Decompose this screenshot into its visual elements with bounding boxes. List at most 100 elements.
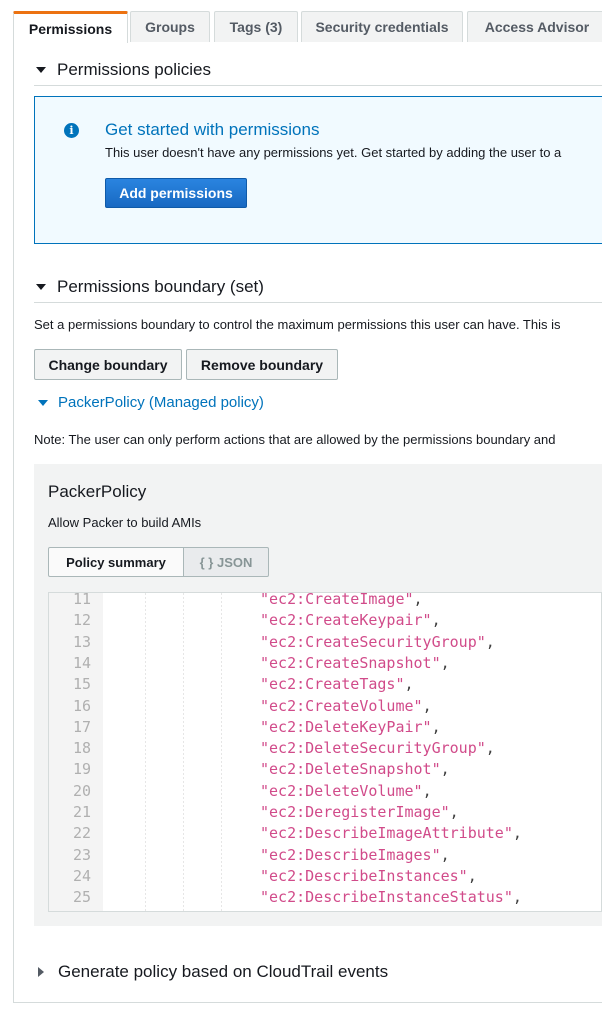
comma: , xyxy=(440,653,450,672)
line-number: 16 xyxy=(72,696,91,715)
info-title: Get started with permissions xyxy=(105,120,320,139)
code-string: "ec2:CreateKeypair", xyxy=(260,610,441,631)
action-string: "ec2:DeleteSecurityGroup" xyxy=(260,739,486,758)
action-string: "ec2:DeleteKeyPair" xyxy=(260,717,432,736)
add-permissions-button[interactable]: Add permissions xyxy=(105,178,247,208)
comma: , xyxy=(485,739,495,758)
action-string: "ec2:CreateVolume" xyxy=(260,696,423,715)
info-icon: i xyxy=(64,123,79,138)
comma: , xyxy=(485,632,495,651)
code-string: "ec2:CreateSecurityGroup", xyxy=(260,632,495,653)
line-number: 14 xyxy=(72,653,91,672)
code-string: "ec2:CreateVolume", xyxy=(260,696,432,717)
code-string: "ec2:CreateImage", xyxy=(260,592,423,610)
action-string: "ec2:DescribeImageAttribute" xyxy=(260,824,513,843)
policy-name: PackerPolicy xyxy=(48,482,147,501)
permissions-policies-header[interactable]: Permissions policies xyxy=(36,60,211,80)
section-title: Permissions policies xyxy=(57,60,211,79)
code-line: 19 "ec2:DeleteSnapshot", xyxy=(49,759,601,780)
comma: , xyxy=(422,696,432,715)
content-frame-border-bottom xyxy=(13,1002,602,1003)
action-string: "ec2:CreateSnapshot" xyxy=(260,653,441,672)
caret-down-icon xyxy=(38,399,48,406)
code-line: 25 "ec2:DescribeInstanceStatus", xyxy=(49,887,601,908)
comma: , xyxy=(512,824,522,843)
line-number: 18 xyxy=(72,739,91,758)
code-line: 20 "ec2:DeleteVolume", xyxy=(49,781,601,802)
code-string: "ec2:DeleteSecurityGroup", xyxy=(260,738,495,759)
code-line: 16 "ec2:CreateVolume", xyxy=(49,696,601,717)
code-line: 22 "ec2:DescribeImageAttribute", xyxy=(49,823,601,844)
action-string: "ec2:CreateSecurityGroup" xyxy=(260,632,486,651)
line-number: 11 xyxy=(72,592,91,608)
tab-tags[interactable]: Tags (3) xyxy=(214,11,298,42)
line-number: 13 xyxy=(72,632,91,651)
permissions-boundary-header[interactable]: Permissions boundary (set) xyxy=(36,277,264,297)
line-number: 24 xyxy=(72,866,91,885)
code-string: "ec2:CreateTags", xyxy=(260,674,414,695)
code-string: "ec2:DescribeImages", xyxy=(260,845,450,866)
code-string: "ec2:DescribeImageAttribute", xyxy=(260,823,522,844)
info-text: This user doesn't have any permissions y… xyxy=(105,145,562,160)
comma: , xyxy=(449,803,459,821)
code-string: "ec2:DeleteVolume", xyxy=(260,781,432,802)
code-line: 12 "ec2:CreateKeypair", xyxy=(49,610,601,631)
line-number: 12 xyxy=(72,611,91,630)
line-number: 21 xyxy=(72,803,91,821)
code-string: "ec2:DeleteKeyPair", xyxy=(260,717,441,738)
policy-summary-tab[interactable]: Policy summary xyxy=(48,547,184,577)
code-line: 14 "ec2:CreateSnapshot", xyxy=(49,653,601,674)
tab-permissions[interactable]: Permissions xyxy=(13,11,128,43)
line-number: 19 xyxy=(72,760,91,779)
code-string: "ec2:DeleteSnapshot", xyxy=(260,759,450,780)
change-boundary-button[interactable]: Change boundary xyxy=(34,349,182,380)
code-line: 13 "ec2:CreateSecurityGroup", xyxy=(49,632,601,653)
caret-right-icon xyxy=(38,967,44,977)
code-string: "ec2:DeregisterImage", xyxy=(260,802,459,823)
line-number: 25 xyxy=(72,888,91,907)
comma: , xyxy=(413,592,423,608)
caret-down-icon xyxy=(36,67,46,73)
divider xyxy=(34,302,602,303)
code-line: 23 "ec2:DescribeImages", xyxy=(49,845,601,866)
code-line: 17 "ec2:DeleteKeyPair", xyxy=(49,717,601,738)
action-string: "ec2:CreateKeypair" xyxy=(260,611,432,630)
boundary-note: Note: The user can only perform actions … xyxy=(34,432,556,447)
comma: , xyxy=(422,781,432,800)
tab-access-advisor[interactable]: Access Advisor xyxy=(467,11,602,42)
code-line: 15 "ec2:CreateTags", xyxy=(49,674,601,695)
code-string: "ec2:DescribeInstances", xyxy=(260,866,477,887)
line-number: 23 xyxy=(72,845,91,864)
code-line: 24 "ec2:DescribeInstances", xyxy=(49,866,601,887)
caret-down-icon xyxy=(36,284,46,290)
cloudtrail-header[interactable]: Generate policy based on CloudTrail even… xyxy=(36,962,388,982)
divider xyxy=(34,85,602,86)
section-title: Generate policy based on CloudTrail even… xyxy=(58,962,389,981)
comma: , xyxy=(404,675,414,694)
remove-boundary-button[interactable]: Remove boundary xyxy=(186,349,338,380)
action-string: "ec2:CreateImage" xyxy=(260,592,414,608)
line-number: 15 xyxy=(72,675,91,694)
tab-bar: Permissions Groups Tags (3) Security cre… xyxy=(13,11,602,43)
comma: , xyxy=(467,866,477,885)
tab-security-credentials[interactable]: Security credentials xyxy=(301,11,463,42)
action-string: "ec2:DescribeInstanceStatus" xyxy=(260,888,513,907)
comma: , xyxy=(440,845,450,864)
json-code-viewer[interactable]: 11 "ec2:CreateImage", 12 "ec2:CreateKeypair… xyxy=(48,592,602,912)
code-string: "ec2:CreateSnapshot", xyxy=(260,653,450,674)
action-string: "ec2:DeleteSnapshot" xyxy=(260,760,441,779)
comma: , xyxy=(431,611,441,630)
line-number: 17 xyxy=(72,717,91,736)
action-string: "ec2:DeregisterImage" xyxy=(260,803,450,821)
code-string: "ec2:DescribeInstanceStatus", xyxy=(260,887,522,908)
comma: , xyxy=(440,760,450,779)
comma: , xyxy=(431,717,441,736)
action-string: "ec2:DescribeInstances" xyxy=(260,866,468,885)
policy-link[interactable]: PackerPolicy (Managed policy) xyxy=(58,394,264,411)
code-line: 18 "ec2:DeleteSecurityGroup", xyxy=(49,738,601,759)
json-tab[interactable]: { } JSON xyxy=(183,547,269,577)
tab-groups[interactable]: Groups xyxy=(130,11,210,42)
packer-policy-expander[interactable]: PackerPolicy (Managed policy) xyxy=(38,394,264,411)
section-title: Permissions boundary (set) xyxy=(57,277,264,296)
code-line: 21 "ec2:DeregisterImage", xyxy=(49,802,601,823)
